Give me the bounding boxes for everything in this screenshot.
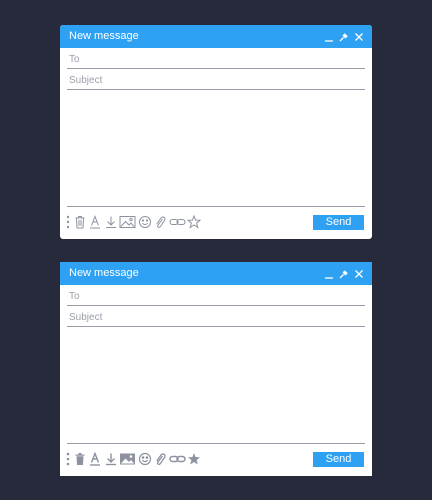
to-placeholder: To bbox=[69, 54, 80, 65]
star-icon[interactable] bbox=[187, 215, 201, 229]
divider bbox=[67, 443, 365, 444]
more-icon[interactable] bbox=[65, 452, 71, 466]
image-icon[interactable] bbox=[119, 215, 136, 229]
download-icon[interactable] bbox=[104, 215, 118, 229]
to-field[interactable]: To bbox=[67, 288, 365, 306]
compose-toolbar bbox=[65, 452, 203, 466]
subject-placeholder: Subject bbox=[69, 312, 103, 323]
minimize-icon[interactable] bbox=[324, 269, 334, 279]
link-icon[interactable] bbox=[168, 215, 186, 229]
pin-icon[interactable] bbox=[339, 269, 349, 279]
star-icon[interactable] bbox=[187, 452, 201, 466]
attach-icon[interactable] bbox=[153, 215, 167, 229]
send-button[interactable]: Send bbox=[313, 452, 364, 467]
emoji-icon[interactable] bbox=[138, 452, 152, 466]
window-controls bbox=[324, 267, 364, 280]
compose-window-outline: New message To Subject Send bbox=[60, 25, 372, 239]
compose-toolbar bbox=[65, 215, 203, 229]
send-button[interactable]: Send bbox=[313, 215, 364, 230]
to-placeholder: To bbox=[69, 291, 80, 302]
message-body[interactable] bbox=[67, 93, 365, 205]
trash-icon[interactable] bbox=[73, 452, 87, 466]
pin-icon[interactable] bbox=[339, 32, 349, 42]
attach-icon[interactable] bbox=[153, 452, 167, 466]
window-title: New message bbox=[69, 267, 139, 279]
download-icon[interactable] bbox=[104, 452, 118, 466]
trash-icon[interactable] bbox=[73, 215, 87, 229]
divider bbox=[67, 206, 365, 207]
window-title: New message bbox=[69, 30, 139, 42]
emoji-icon[interactable] bbox=[138, 215, 152, 229]
titlebar: New message bbox=[60, 25, 372, 48]
minimize-icon[interactable] bbox=[324, 32, 334, 42]
subject-field[interactable]: Subject bbox=[67, 309, 365, 327]
font-color-icon[interactable] bbox=[88, 215, 102, 229]
compose-window-filled: New message To Subject Send bbox=[60, 262, 372, 476]
to-field[interactable]: To bbox=[67, 51, 365, 69]
close-icon[interactable] bbox=[354, 269, 364, 279]
window-controls bbox=[324, 30, 364, 43]
image-icon[interactable] bbox=[119, 452, 136, 466]
subject-field[interactable]: Subject bbox=[67, 72, 365, 90]
message-body[interactable] bbox=[67, 330, 365, 442]
close-icon[interactable] bbox=[354, 32, 364, 42]
font-color-icon[interactable] bbox=[88, 452, 102, 466]
link-icon[interactable] bbox=[168, 452, 186, 466]
more-icon[interactable] bbox=[65, 215, 71, 229]
subject-placeholder: Subject bbox=[69, 75, 103, 86]
titlebar: New message bbox=[60, 262, 372, 285]
